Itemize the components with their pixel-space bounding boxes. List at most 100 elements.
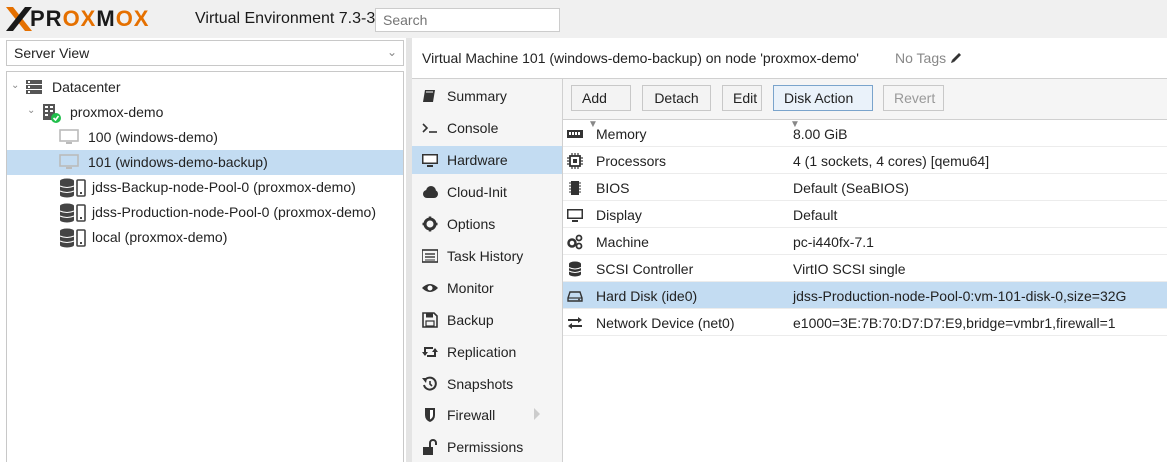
nav-item-label: Firewall xyxy=(447,407,496,423)
hardware-key: Hard Disk (ide0) xyxy=(596,288,698,304)
revert-button[interactable]: Revert xyxy=(883,85,944,111)
hardware-row-network-device[interactable]: Network Device (net0) e1000=3E:7B:70:D7:… xyxy=(563,309,1167,336)
search-input[interactable] xyxy=(375,8,560,32)
edit-button[interactable]: Edit xyxy=(722,85,762,111)
datacenter-icon xyxy=(26,80,42,94)
tree-item-label: 101 (windows-demo-backup) xyxy=(88,154,268,170)
nav-item-console[interactable]: Console xyxy=(412,114,562,142)
hdd-icon xyxy=(567,291,583,302)
desktop-icon xyxy=(567,209,583,222)
storage-icon xyxy=(59,178,86,198)
tags-editor[interactable]: No Tags xyxy=(895,50,963,66)
tree-item-vm-100[interactable]: 100 (windows-demo) xyxy=(7,125,403,150)
nav-item-label: Monitor xyxy=(447,280,494,296)
disk-action-button[interactable]: Disk Action▼ xyxy=(773,85,873,130)
add-button-label: Add xyxy=(582,90,607,106)
nav-item-label: Backup xyxy=(447,312,494,328)
tree-item-label: 100 (windows-demo) xyxy=(88,129,218,145)
hardware-row-display[interactable]: Display Default xyxy=(563,201,1167,228)
hardware-row-hard-disk[interactable]: Hard Disk (ide0) jdss-Production-node-Po… xyxy=(563,282,1167,309)
hardware-value: 8.00 GiB xyxy=(793,126,848,142)
tree-item-storage[interactable]: jdss-Production-node-Pool-0 (proxmox-dem… xyxy=(7,200,403,225)
nav-item-monitor[interactable]: Monitor xyxy=(412,274,562,302)
disk-action-label: Disk Action xyxy=(784,90,854,106)
resource-tree-panel: Server View ⌄ ⌄ Datacenter ⌄ proxmox-dem… xyxy=(0,38,407,462)
submenu-arrow-icon xyxy=(534,408,540,420)
microchip-icon xyxy=(569,181,581,195)
hardware-toolbar: Add▼ Detach Edit Disk Action▼ Revert xyxy=(563,79,1167,130)
nav-item-task-history[interactable]: Task History xyxy=(412,242,562,270)
pencil-icon[interactable] xyxy=(950,51,963,64)
hardware-key: Memory xyxy=(596,126,647,142)
hardware-value: Default (SeaBIOS) xyxy=(793,180,909,196)
terminal-icon xyxy=(422,123,437,133)
storage-icon xyxy=(59,203,86,223)
proxmox-logo: PROXMOX xyxy=(6,6,149,32)
nav-item-label: Cloud-Init xyxy=(447,184,507,200)
nav-item-backup[interactable]: Backup xyxy=(412,306,562,334)
book-icon xyxy=(423,90,435,102)
hardware-panel: Add▼ Detach Edit Disk Action▼ Revert Mem… xyxy=(563,79,1167,462)
list-icon xyxy=(422,249,438,263)
page-title: Virtual Machine 101 (windows-demo-backup… xyxy=(422,50,859,66)
expand-icon[interactable]: ⌄ xyxy=(11,80,19,91)
nav-item-label: Snapshots xyxy=(447,376,514,392)
chevron-down-icon: ⌄ xyxy=(386,45,397,59)
view-selector-value: Server View xyxy=(14,45,90,61)
cpu-icon xyxy=(567,153,583,169)
hardware-key: Processors xyxy=(596,153,667,169)
tree-item-node[interactable]: ⌄ proxmox-demo xyxy=(7,100,403,125)
tags-label: No Tags xyxy=(895,50,947,66)
desktop-icon xyxy=(422,154,438,167)
hardware-row-memory[interactable]: Memory 8.00 GiB xyxy=(563,120,1167,147)
hardware-key: SCSI Controller xyxy=(596,261,694,277)
vm-config-nav: Summary Console Hardware Cloud-Init Opti… xyxy=(412,79,563,462)
expand-icon[interactable]: ⌄ xyxy=(27,105,35,116)
retweet-icon xyxy=(422,347,438,357)
cloud-icon xyxy=(423,186,438,198)
nav-item-label: Console xyxy=(447,120,499,136)
vm-stopped-icon xyxy=(59,129,79,144)
nav-item-snapshots[interactable]: Snapshots xyxy=(412,370,562,398)
view-selector[interactable]: Server View ⌄ xyxy=(6,40,404,66)
tree-item-label: proxmox-demo xyxy=(70,104,164,120)
nav-item-replication[interactable]: Replication xyxy=(412,338,562,366)
detach-button[interactable]: Detach xyxy=(642,85,711,111)
hardware-value: pc-i440fx-7.1 xyxy=(793,234,874,250)
hardware-key: Display xyxy=(596,207,642,223)
add-button[interactable]: Add▼ xyxy=(571,85,631,130)
nav-item-permissions[interactable]: Permissions xyxy=(412,433,562,461)
eye-icon xyxy=(422,284,438,292)
tree-item-storage[interactable]: local (proxmox-demo) xyxy=(7,225,403,250)
hardware-value: e1000=3E:7B:70:D7:D7:E9,bridge=vmbr1,fir… xyxy=(793,315,1116,331)
tree-item-vm-101[interactable]: 101 (windows-demo-backup) xyxy=(7,150,403,175)
cogs-icon xyxy=(567,234,583,250)
tree-item-datacenter[interactable]: ⌄ Datacenter xyxy=(7,75,403,100)
nav-item-label: Options xyxy=(447,216,496,232)
hardware-row-processors[interactable]: Processors 4 (1 sockets, 4 cores) [qemu6… xyxy=(563,147,1167,174)
tree-item-label: local (proxmox-demo) xyxy=(92,229,228,245)
tree-item-label: jdss-Backup-node-Pool-0 (proxmox-demo) xyxy=(92,179,356,195)
tree-item-label: Datacenter xyxy=(52,79,121,95)
exchange-icon xyxy=(568,317,582,329)
nav-item-firewall[interactable]: Firewall xyxy=(412,401,562,429)
nav-item-hardware[interactable]: Hardware xyxy=(412,146,562,174)
hardware-value: jdss-Production-node-Pool-0:vm-101-disk-… xyxy=(793,288,1127,304)
nav-item-label: Task History xyxy=(447,248,524,264)
nav-item-cloud-init[interactable]: Cloud-Init xyxy=(412,178,562,206)
tree-item-label: jdss-Production-node-Pool-0 (proxmox-dem… xyxy=(92,204,377,220)
hardware-key: Machine xyxy=(596,234,649,250)
storage-icon xyxy=(59,228,86,248)
database-icon xyxy=(568,261,582,277)
resource-tree: ⌄ Datacenter ⌄ proxmox-demo 100 (windows… xyxy=(6,71,404,462)
hardware-row-machine[interactable]: Machine pc-i440fx-7.1 xyxy=(563,228,1167,255)
memory-icon xyxy=(567,130,583,138)
hardware-key: Network Device (net0) xyxy=(596,315,735,331)
nav-item-summary[interactable]: Summary xyxy=(412,82,562,110)
hardware-row-scsi-controller[interactable]: SCSI Controller VirtIO SCSI single xyxy=(563,255,1167,282)
hardware-row-bios[interactable]: BIOS Default (SeaBIOS) xyxy=(563,174,1167,201)
tree-item-storage[interactable]: jdss-Backup-node-Pool-0 (proxmox-demo) xyxy=(7,175,403,200)
nav-item-options[interactable]: Options xyxy=(412,210,562,238)
history-icon xyxy=(422,376,437,391)
hardware-key: BIOS xyxy=(596,180,630,196)
